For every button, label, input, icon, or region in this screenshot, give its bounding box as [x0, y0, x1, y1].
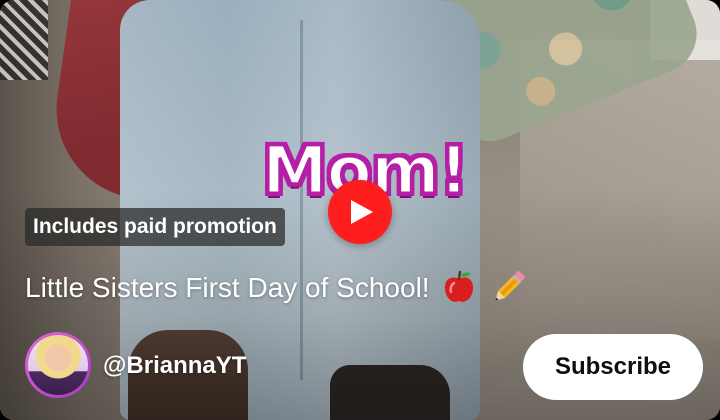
video-title-row[interactable]: Little Sisters First Day of School! [25, 268, 526, 308]
paid-promotion-badge: Includes paid promotion [25, 208, 285, 246]
title-emojis [442, 270, 526, 306]
channel-avatar[interactable] [25, 332, 91, 398]
apple-icon [444, 270, 473, 302]
play-button[interactable] [328, 180, 392, 244]
avatar-image [28, 335, 88, 395]
video-thumbnail[interactable]: Mom! Includes paid promotion Little Sist… [0, 0, 720, 420]
channel-handle[interactable]: @BriannaYT [103, 348, 246, 384]
subscribe-button[interactable]: Subscribe [523, 334, 703, 400]
play-icon [351, 200, 373, 224]
pencil-icon [494, 271, 525, 301]
video-title: Little Sisters First Day of School! [25, 272, 430, 303]
